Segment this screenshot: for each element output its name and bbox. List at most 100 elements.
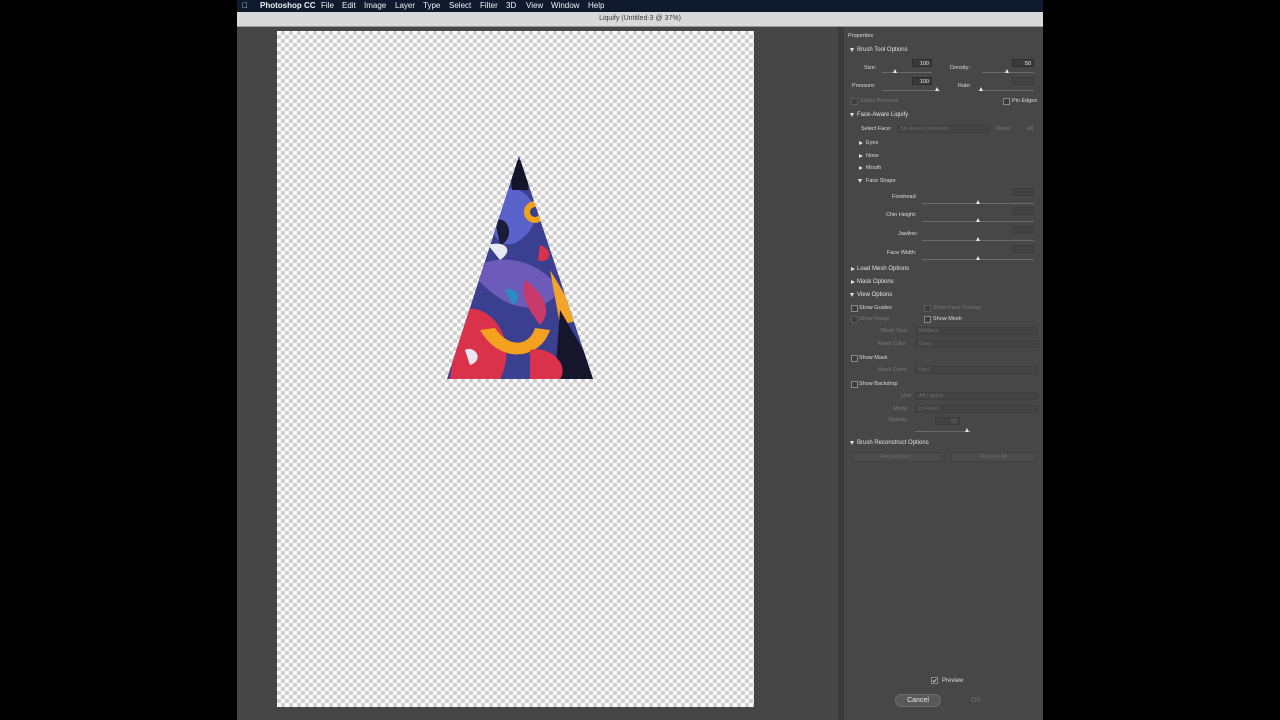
show-mask-checkbox[interactable]: [851, 355, 858, 362]
opacity-field[interactable]: 50: [935, 417, 960, 425]
menu-view[interactable]: View: [526, 0, 543, 12]
face-aware-liquify-header[interactable]: Face-Aware Liquify: [857, 111, 908, 119]
ok-button[interactable]: OK: [960, 694, 992, 707]
face-shape-group[interactable]: Face Shape: [866, 177, 896, 185]
load-mesh-options-header[interactable]: Load Mesh Options: [857, 265, 909, 273]
expand-arrow-icon[interactable]: [851, 280, 855, 284]
mask-options-header[interactable]: Mask Options: [857, 278, 894, 286]
jawline-slider-thumb[interactable]: [976, 237, 980, 241]
menu-window[interactable]: Window: [551, 0, 579, 12]
forehead-field[interactable]: [1012, 188, 1034, 196]
size-field[interactable]: 100: [912, 59, 932, 67]
size-slider-track[interactable]: [882, 72, 932, 73]
pin-edges-checkbox[interactable]: [1003, 98, 1010, 105]
restore-all-button[interactable]: Restore All: [951, 452, 1037, 462]
mesh-color-dropdown[interactable]: Gray: [915, 340, 1038, 348]
pressure-label: Pressure:: [852, 83, 876, 89]
menu-help[interactable]: Help: [588, 0, 604, 12]
use-dropdown[interactable]: All Layers: [915, 392, 1038, 400]
stylus-pressure-checkbox[interactable]: [851, 98, 858, 105]
expand-arrow-icon[interactable]: [851, 267, 855, 271]
menu-type[interactable]: Type: [423, 0, 440, 12]
rate-slider-track[interactable]: [978, 90, 1034, 91]
density-slider-thumb[interactable]: [1005, 69, 1009, 73]
mesh-size-dropdown[interactable]: Medium: [915, 327, 1038, 335]
select-face-dropdown[interactable]: No Faces Detected: [897, 125, 989, 133]
mode-dropdown[interactable]: In Front: [915, 405, 1038, 413]
mode-label: Mode:: [893, 406, 909, 412]
mouth-group[interactable]: Mouth: [866, 164, 881, 172]
menu-layer[interactable]: Layer: [395, 0, 415, 12]
menu-select[interactable]: Select: [449, 0, 471, 12]
reset-button[interactable]: Reset: [996, 125, 1010, 133]
chin-height-slider-thumb[interactable]: [976, 218, 980, 222]
show-image-label: Show Image: [859, 316, 890, 322]
mask-color-dropdown[interactable]: Red: [915, 366, 1038, 374]
show-guides-label: Show Guides: [859, 305, 892, 311]
collapse-arrow-icon[interactable]: [850, 113, 854, 117]
jawline-field[interactable]: [1012, 226, 1034, 234]
expand-arrow-icon[interactable]: [859, 154, 863, 158]
pin-edges-label: Pin Edges: [1012, 98, 1038, 104]
cancel-button[interactable]: Cancel: [895, 694, 941, 707]
menu-app-name[interactable]: Photoshop CC: [260, 0, 316, 12]
pressure-slider-track[interactable]: [882, 90, 940, 91]
all-button[interactable]: All: [1027, 125, 1033, 133]
face-width-slider-thumb[interactable]: [976, 256, 980, 260]
rate-field[interactable]: [1012, 77, 1034, 85]
rate-label: Rate:: [958, 83, 972, 89]
show-image-checkbox[interactable]: [851, 316, 858, 323]
menu-bar:  Photoshop CC File Edit Image Layer Typ…: [237, 0, 1043, 12]
opacity-label: Opacity:: [888, 417, 909, 423]
show-face-overlay-checkbox[interactable]: [924, 305, 931, 312]
density-label: Density:: [950, 65, 970, 71]
stylus-pressure-label: Stylus Pressure: [860, 98, 899, 104]
size-label: Size:: [864, 65, 877, 71]
size-slider-thumb[interactable]: [893, 69, 897, 73]
nose-group[interactable]: Nose: [866, 152, 879, 160]
mask-color-label: Mask Color:: [878, 367, 908, 373]
menu-filter[interactable]: Filter: [480, 0, 498, 12]
triangle-artwork[interactable]: [440, 150, 600, 385]
dialog-title: Liquify (Untitled-3 @ 37%): [599, 15, 681, 22]
select-face-label: Select Face:: [861, 126, 892, 132]
pressure-field[interactable]: 100: [912, 77, 932, 85]
brush-reconstruct-options-header[interactable]: Brush Reconstruct Options: [857, 439, 929, 447]
collapse-arrow-icon[interactable]: [858, 179, 862, 183]
menu-edit[interactable]: Edit: [342, 0, 356, 12]
rate-slider-thumb[interactable]: [979, 87, 983, 91]
opacity-slider-track[interactable]: [915, 431, 971, 432]
reconstruct-button[interactable]: Reconstruct...: [851, 452, 943, 462]
density-field[interactable]: 50: [1012, 59, 1034, 67]
mesh-color-label: Mesh Color:: [878, 341, 908, 347]
view-options-header[interactable]: View Options: [857, 291, 892, 299]
face-width-field[interactable]: [1012, 245, 1034, 253]
eyes-group[interactable]: Eyes: [866, 139, 878, 147]
show-backdrop-checkbox[interactable]: [851, 381, 858, 388]
preview-label: Preview: [942, 678, 964, 684]
forehead-label: Forehead:: [892, 194, 918, 200]
brush-tool-options-header[interactable]: Brush Tool Options: [857, 46, 908, 54]
menu-file[interactable]: File: [321, 0, 334, 12]
show-mesh-checkbox[interactable]: [924, 316, 931, 323]
forehead-slider-thumb[interactable]: [976, 200, 980, 204]
show-guides-checkbox[interactable]: [851, 305, 858, 312]
preview-checkbox[interactable]: [931, 677, 938, 684]
panel-title: Properties: [848, 33, 874, 39]
menu-image[interactable]: Image: [364, 0, 386, 12]
expand-arrow-icon[interactable]: [859, 141, 863, 145]
opacity-slider-thumb[interactable]: [965, 428, 969, 432]
collapse-arrow-icon[interactable]: [850, 441, 854, 445]
chin-height-label: Chin Height:: [886, 212, 917, 218]
apple-icon[interactable]: : [242, 0, 248, 12]
expand-arrow-icon[interactable]: [859, 166, 863, 170]
collapse-arrow-icon[interactable]: [850, 293, 854, 297]
menu-3d[interactable]: 3D: [506, 0, 516, 12]
show-face-overlay-label: Show Face Overlay: [933, 305, 981, 311]
mesh-size-label: Mesh Size:: [881, 328, 909, 334]
show-mask-label: Show Mask: [859, 355, 888, 361]
jawline-label: Jawline:: [898, 231, 918, 237]
collapse-arrow-icon[interactable]: [850, 48, 854, 52]
pressure-slider-thumb[interactable]: [935, 87, 939, 91]
chin-height-field[interactable]: [1012, 207, 1034, 215]
